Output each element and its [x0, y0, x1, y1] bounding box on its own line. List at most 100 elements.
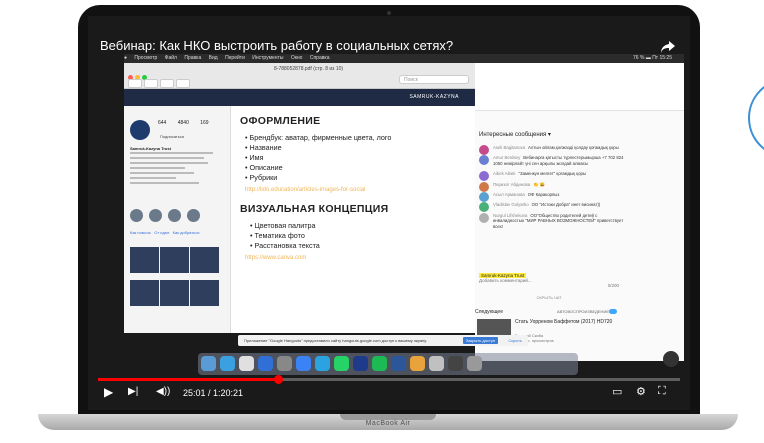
laptop-label: MacBook Air: [365, 420, 411, 427]
preview-window: 8-788052878.pdf (стр. 8 из 10) Поиск SAM…: [124, 63, 475, 333]
photo-grid: [130, 247, 224, 313]
slide-link[interactable]: https://www.canva.com: [245, 255, 475, 261]
settings-gear-icon[interactable]: ⚙: [636, 385, 646, 398]
autoplay-label: АВТОВОСПРОИЗВЕДЕНИЕ: [557, 309, 609, 314]
menu-item[interactable]: Инструменты: [252, 55, 283, 61]
avatar: [479, 145, 489, 155]
section-title-visual: ВИЗУАЛЬНАЯ КОНЦЕПЦИЯ: [240, 203, 389, 215]
progress-fill: [98, 378, 279, 381]
app-store-icon[interactable]: [258, 356, 273, 371]
chat-message: Асыл Арманова ОФ Каракорпыз: [479, 192, 624, 203]
time-display: 25:01 / 1:20:21: [183, 388, 244, 398]
slide-brand: SAMRUK-KAZYNA: [409, 94, 459, 100]
menu-item[interactable]: Файл: [165, 55, 177, 61]
next-button[interactable]: ▶|: [128, 386, 138, 398]
share-icon[interactable]: [660, 40, 676, 54]
fullscreen-icon[interactable]: ⛶: [658, 385, 666, 398]
bullet-item: • Описание: [245, 163, 283, 172]
profile-link: Как помочь: [130, 230, 151, 235]
mac-dock: [198, 353, 578, 375]
apple-icon: ●: [124, 55, 128, 61]
progress-scrubber[interactable]: [274, 375, 284, 384]
avatar: [479, 155, 489, 166]
posts-count: 644: [158, 120, 167, 126]
sidebar-toggle-button[interactable]: [128, 79, 142, 88]
whatsapp-icon[interactable]: [334, 356, 349, 371]
bullet-item: • Цветовая палитра: [250, 221, 316, 230]
play-button[interactable]: ▶: [104, 386, 113, 398]
chat-message: Nurgul Lifshekova ОО"Общество родителей д…: [479, 212, 624, 229]
bullet-item: • Имя: [245, 153, 264, 162]
profile-bio: [130, 152, 222, 202]
menu-item[interactable]: Правка: [184, 55, 201, 61]
avatar: [479, 171, 489, 182]
chat-message: Aseli Bagitanova Алтын ойлам,қолжазді қол…: [479, 145, 624, 155]
live-chat: Aseli Bagitanova Алтын ойлам,қолжазді қол…: [479, 145, 624, 234]
menu-item[interactable]: Перейти: [225, 55, 245, 61]
share-button[interactable]: [176, 79, 190, 88]
photos-icon[interactable]: [239, 356, 254, 371]
avatar: [479, 181, 489, 192]
mac-menubar: ● Просмотр Файл Правка Вид Перейти Инстр…: [124, 54, 684, 63]
camera-dot: [387, 11, 391, 15]
slide-header: SAMRUK-KAZYNA: [124, 89, 475, 106]
preview-toolbar: 8-788052878.pdf (стр. 8 из 10) Поиск: [124, 63, 475, 89]
profile-name: Samruk-Kazyna Trust: [130, 146, 171, 151]
bullet-item: • Тематика фото: [250, 231, 305, 240]
trash-icon[interactable]: [467, 356, 482, 371]
video-player[interactable]: Вебинар: Как НКО выстроить работу в соци…: [88, 16, 690, 410]
finder-icon[interactable]: [201, 356, 216, 371]
spotify-icon[interactable]: [372, 356, 387, 371]
zoom-out-button[interactable]: [144, 79, 158, 88]
menubar-status: 76 % ▬ Пт 15:25: [633, 55, 672, 61]
profile-link: Как добраться: [172, 230, 200, 235]
menu-item[interactable]: Вид: [209, 55, 218, 61]
hide-notification-button[interactable]: Скрыть: [508, 335, 522, 346]
following-count: 169: [200, 120, 209, 126]
slide-content: ОФОРМЛЕНИЕ • Брендбук: аватар, фирменные…: [240, 115, 475, 271]
hide-chat-button[interactable]: СКРЫТЬ ЧАТ: [479, 295, 619, 300]
progress-bar[interactable]: [98, 375, 680, 384]
chat-header[interactable]: Интересные сообщения ▾: [479, 131, 551, 138]
bullet-item: • Расстановка текста: [250, 241, 320, 250]
slide-link[interactable]: http://lido.education/articles-images-fo…: [245, 187, 475, 193]
chat-message: Перизат Абдинова 👏 😀: [479, 181, 624, 192]
avatar: [479, 192, 489, 203]
preview-app-icon[interactable]: [429, 356, 444, 371]
video-title[interactable]: Вебинар: Как НКО выстроить работу в соци…: [100, 38, 453, 53]
avatar: [130, 120, 150, 140]
browser-header: [475, 63, 684, 111]
char-count: 0/200: [607, 283, 619, 288]
volume-icon[interactable]: ◀)): [156, 386, 170, 398]
menu-item[interactable]: Окно: [291, 55, 303, 61]
zoom-in-button[interactable]: [160, 79, 174, 88]
chrome-icon[interactable]: [410, 356, 425, 371]
telegram-icon[interactable]: [315, 356, 330, 371]
screen-share-notification: Приложение "Google Hangouts" предоставил…: [238, 335, 528, 346]
folder-icon[interactable]: [448, 356, 463, 371]
menu-item[interactable]: Просмотр: [134, 55, 157, 61]
chat-message: Aibek Aibek "Заменкүн мелгет" қоғамдық қо…: [479, 171, 624, 182]
menu-item[interactable]: Справка: [310, 55, 330, 61]
launchpad-icon[interactable]: [220, 356, 235, 371]
chat-message: Vladislav Golyarko ОО "Истоки Добра" инет…: [479, 202, 624, 213]
next-video-title[interactable]: Стать Уорреном Баффетом (2017) HD720: [515, 319, 625, 325]
safari-icon[interactable]: [296, 356, 311, 371]
followers-count: 4840: [177, 120, 189, 126]
photoshop-icon[interactable]: [353, 356, 368, 371]
preview-search-input[interactable]: Поиск: [399, 75, 469, 84]
instagram-profile-screenshot: 644 4840 169 Подписаться Samruk-Kazyna T…: [124, 106, 231, 333]
channel-watermark[interactable]: [663, 351, 679, 367]
subtitles-icon[interactable]: ▭: [612, 385, 622, 398]
settings-icon[interactable]: [277, 356, 292, 371]
autoplay-toggle[interactable]: [609, 309, 617, 314]
stop-sharing-button[interactable]: Закрыть доступ: [462, 337, 498, 344]
follow-button: Подписаться: [160, 134, 184, 139]
bullet-item: • Название: [245, 143, 282, 152]
preview-filename: 8-788052878.pdf (стр. 8 из 10): [274, 66, 344, 72]
story-highlights: [130, 209, 206, 227]
chat-input[interactable]: Samruk-Kazyna Trust Добавить комментарий…: [479, 273, 619, 288]
avatar: [479, 212, 489, 223]
word-icon[interactable]: [391, 356, 406, 371]
profile-links: Как помочь От идеи Как добраться: [130, 230, 199, 235]
